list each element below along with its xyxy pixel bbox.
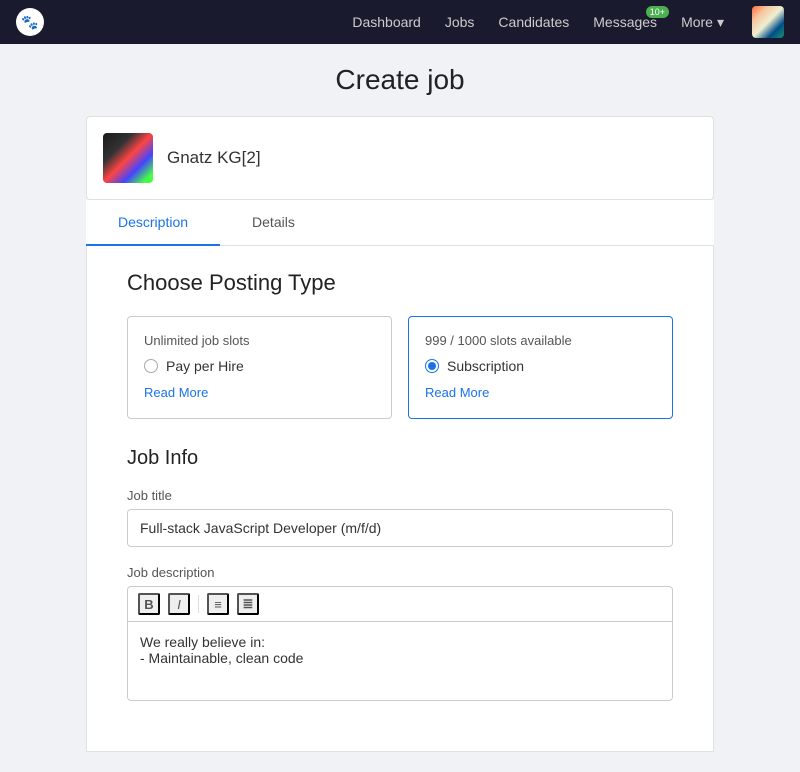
job-description-editor[interactable]: We really believe in: - Maintainable, cl… (127, 621, 673, 701)
editor-toolbar: B I ≡ ≣ (127, 586, 673, 621)
toolbar-list-ol[interactable]: ≣ (237, 593, 259, 615)
posting-section-title: Choose Posting Type (127, 270, 673, 296)
job-title-input[interactable] (127, 509, 673, 547)
content-area: Choose Posting Type Unlimited job slots … (86, 246, 714, 752)
toolbar-list-ul[interactable]: ≡ (207, 593, 229, 615)
nav-more-button[interactable]: More ▾ (681, 14, 724, 31)
job-title-group: Job title (127, 488, 673, 547)
editor-line-2: - Maintainable, clean code (140, 650, 660, 666)
pay-per-hire-radio-row[interactable]: Pay per Hire (144, 358, 375, 374)
subscription-read-more[interactable]: Read More (425, 385, 489, 400)
posting-options: Unlimited job slots Pay per Hire Read Mo… (127, 316, 673, 419)
pay-per-hire-top-label: Unlimited job slots (144, 333, 375, 348)
nav-link-candidates[interactable]: Candidates (498, 14, 569, 30)
company-card: Gnatz KG[2] (86, 116, 714, 200)
subscription-radio[interactable] (425, 359, 439, 373)
messages-badge: 10+ (646, 6, 669, 18)
nav-link-jobs[interactable]: Jobs (445, 14, 475, 30)
tab-bar: Description Details (86, 200, 714, 246)
subscription-top-label: 999 / 1000 slots available (425, 333, 656, 348)
tab-description[interactable]: Description (86, 200, 220, 246)
posting-option-subscription[interactable]: 999 / 1000 slots available Subscription … (408, 316, 673, 419)
job-title-label: Job title (127, 488, 673, 503)
company-logo (103, 133, 153, 183)
job-description-label: Job description (127, 565, 673, 580)
job-info-title: Job Info (127, 447, 673, 470)
nav-link-messages[interactable]: Messages 10+ (593, 14, 657, 30)
pay-per-hire-label: Pay per Hire (166, 358, 244, 374)
company-name: Gnatz KG[2] (167, 148, 261, 168)
toolbar-divider (198, 595, 199, 613)
user-avatar[interactable] (752, 6, 784, 38)
subscription-label: Subscription (447, 358, 524, 374)
job-description-group: Job description B I ≡ ≣ We really believ… (127, 565, 673, 701)
toolbar-italic[interactable]: I (168, 593, 190, 615)
navbar: 🐾 Dashboard Jobs Candidates Messages 10+… (0, 0, 800, 44)
pay-per-hire-read-more[interactable]: Read More (144, 385, 208, 400)
nav-link-dashboard[interactable]: Dashboard (352, 14, 421, 30)
nav-logo: 🐾 (16, 8, 44, 36)
subscription-radio-row[interactable]: Subscription (425, 358, 656, 374)
page-title: Create job (86, 64, 714, 96)
posting-option-pay-per-hire[interactable]: Unlimited job slots Pay per Hire Read Mo… (127, 316, 392, 419)
tab-details[interactable]: Details (220, 200, 327, 246)
main-content: Create job Gnatz KG[2] Description Detai… (70, 44, 730, 772)
pay-per-hire-radio[interactable] (144, 359, 158, 373)
editor-line-1: We really believe in: (140, 634, 660, 650)
toolbar-bold[interactable]: B (138, 593, 160, 615)
